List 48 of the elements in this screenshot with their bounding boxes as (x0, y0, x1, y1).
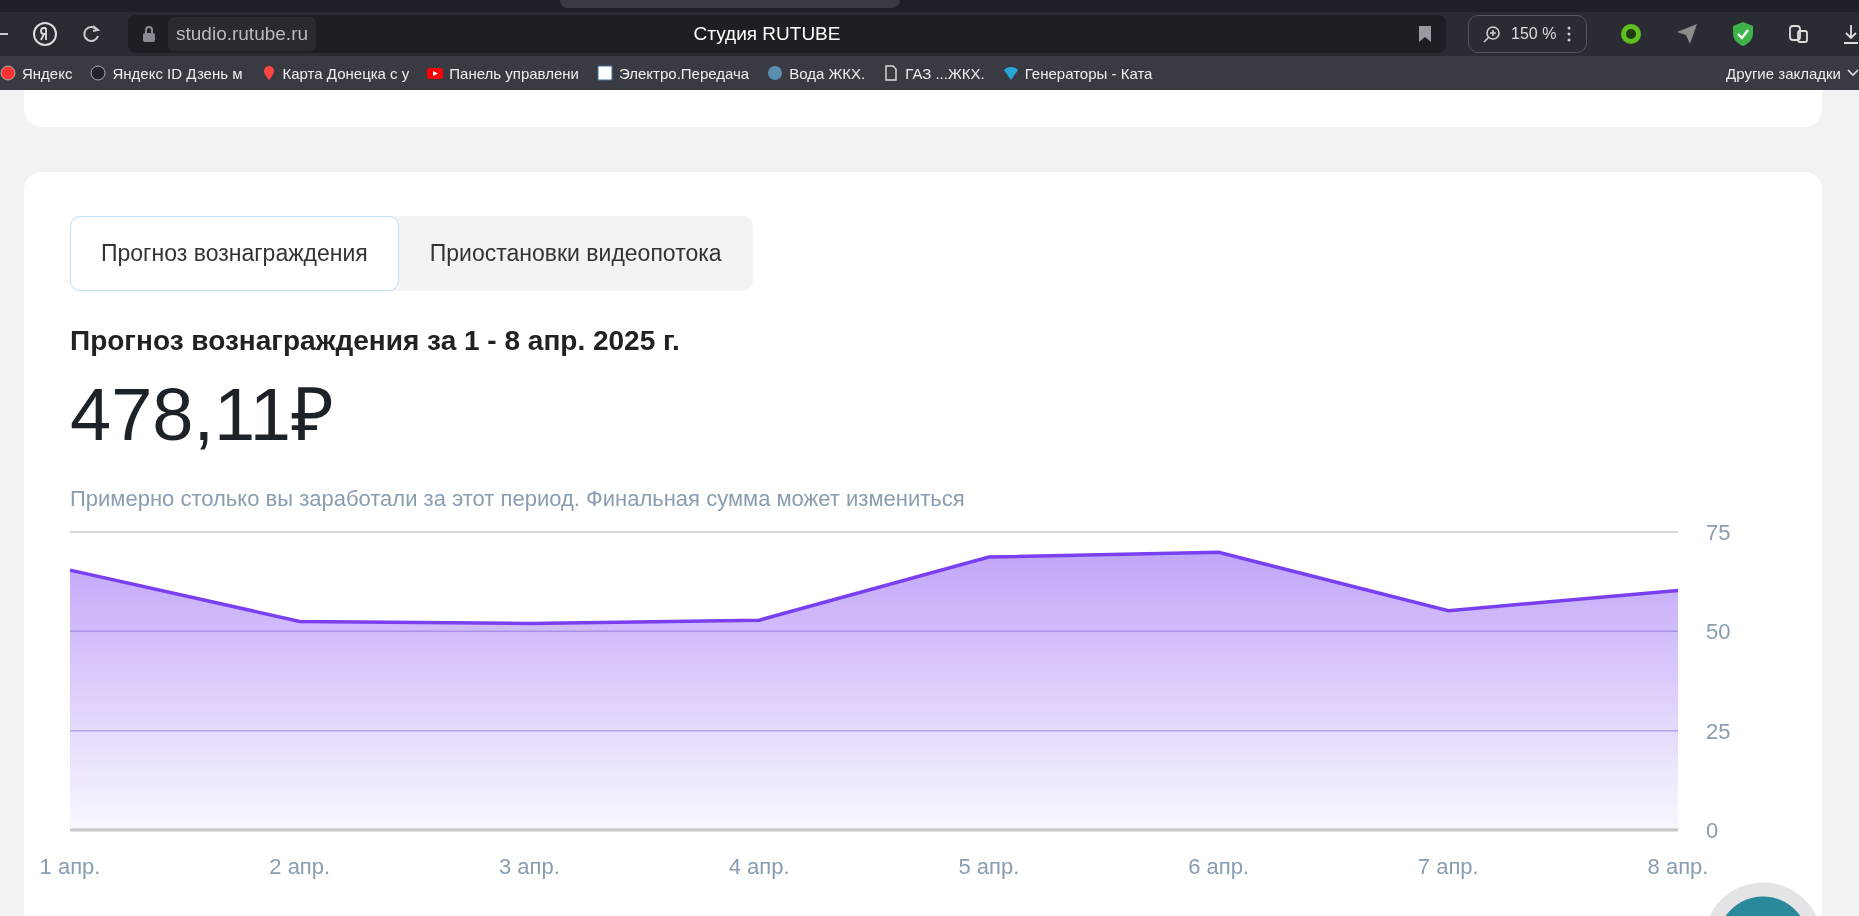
page-title: Студия RUTUBE (692, 23, 842, 45)
download-icon[interactable] (1843, 23, 1859, 45)
x-axis-label: 5 апр. (958, 854, 1020, 879)
other-bookmarks[interactable]: Другие закладки (1726, 64, 1859, 82)
shield-check-icon[interactable] (1731, 21, 1756, 47)
site-favicon-icon (767, 65, 784, 81)
bookmark-item[interactable]: Карта Донецка с у (260, 64, 410, 82)
bookmark-item[interactable]: Генераторы - Ката (1002, 64, 1153, 82)
site-favicon-icon (597, 65, 613, 81)
address-bar[interactable]: studio.rutube.ru Студия RUTUBE (128, 15, 1446, 53)
lock-icon (142, 26, 156, 42)
forecast-note: Примерно столько вы заработали за этот период. Финальная сумма может измениться (70, 486, 966, 512)
x-axis-label: 4 апр. (728, 854, 790, 879)
tab[interactable]: Прогноз вознаграждения (70, 216, 399, 291)
y-axis-label: 50 (1706, 619, 1731, 645)
x-axis-label: 7 апр. (1417, 854, 1479, 879)
chevron-down-icon (1847, 69, 1859, 77)
y-axis-label: 25 (1706, 718, 1731, 744)
yandex-logo-icon[interactable] (32, 21, 58, 47)
paper-plane-icon[interactable] (1675, 22, 1700, 46)
bookmark-item[interactable]: Вода ЖКХ. (767, 64, 866, 82)
tab[interactable]: Приостановки видеопотока (398, 216, 753, 291)
bookmark-item[interactable]: Яндекс (0, 64, 73, 82)
bookmark-icon[interactable] (1418, 25, 1432, 43)
site-favicon-icon (0, 65, 16, 81)
zoom-control[interactable]: 150 % (1468, 15, 1588, 53)
zoom-in-icon (1483, 25, 1501, 43)
x-axis-label: 2 апр. (269, 854, 331, 879)
x-axis-label: 1 апр. (39, 854, 101, 879)
site-favicon-icon (90, 65, 107, 81)
bookmark-item[interactable]: ГАЗ ...ЖКХ. (883, 64, 985, 82)
site-favicon-icon (1002, 65, 1019, 81)
zoom-level: 150 % (1511, 25, 1557, 43)
bookmark-item[interactable]: Электро.Передача (597, 64, 750, 82)
y-axis-label: 0 (1706, 818, 1719, 843)
x-axis-label: 6 апр. (1188, 854, 1249, 879)
reload-icon[interactable] (80, 23, 102, 45)
bookmark-item[interactable]: Яндекс ID Дзень м (90, 64, 243, 82)
site-favicon-icon (427, 65, 444, 81)
forecast-amount: 478,11₽ (70, 372, 335, 458)
y-axis-label: 75 (1706, 522, 1731, 545)
x-axis-label: 8 апр. (1647, 854, 1709, 879)
more-icon[interactable] (1566, 25, 1573, 43)
address-text: studio.rutube.ru (168, 17, 317, 51)
bookmark-item[interactable]: Панель управлени (427, 64, 579, 82)
forecast-title: Прогноз вознаграждения за 1 - 8 апр. 2025 г. (70, 325, 681, 357)
x-axis-label: 3 апр. (499, 854, 560, 879)
site-favicon-icon (883, 65, 900, 81)
